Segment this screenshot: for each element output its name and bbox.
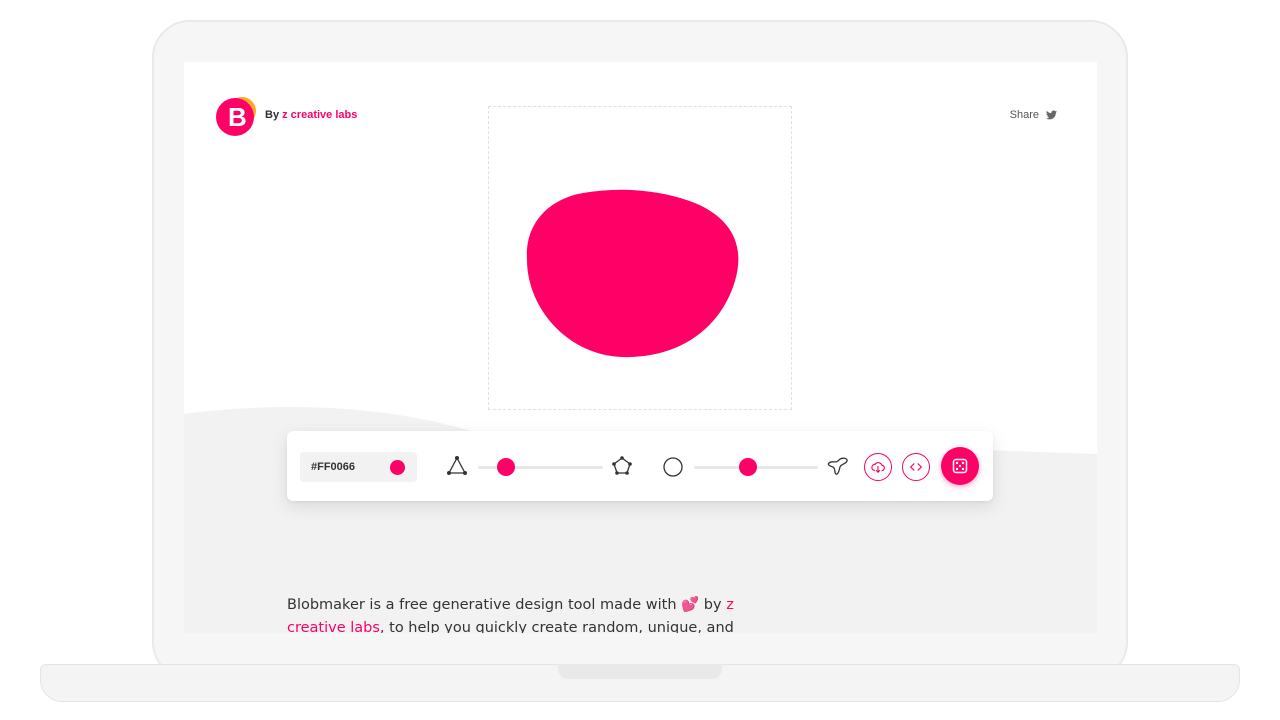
complexity-slider[interactable] — [478, 458, 603, 476]
contrast-slider[interactable] — [694, 458, 818, 476]
logo-blob-icon: B — [216, 97, 256, 136]
contrast-slider-knob[interactable] — [739, 458, 757, 476]
heart-emoji: 💕 — [681, 597, 700, 613]
share-button[interactable]: Share — [1010, 109, 1057, 121]
complexity-slider-knob[interactable] — [497, 458, 515, 476]
triangle-nodes-icon — [447, 456, 467, 475]
cloud-download-icon — [871, 462, 885, 474]
code-icon — [909, 463, 923, 471]
brand-link[interactable]: z creative labs — [282, 109, 357, 121]
laptop-notch — [558, 664, 722, 679]
app-screen: B By z creative labs Share #FF0066 Blobm… — [184, 62, 1097, 633]
byline: By z creative labs — [265, 109, 357, 121]
description-text: Blobmaker is a free generative design to… — [287, 594, 737, 633]
randomize-button[interactable] — [941, 447, 979, 485]
svg-text:B: B — [228, 102, 247, 132]
color-hex-value: #FF0066 — [311, 461, 356, 473]
color-swatch — [390, 460, 405, 475]
blobmaker-logo[interactable]: B — [216, 95, 258, 137]
color-picker[interactable]: #FF0066 — [300, 452, 417, 482]
download-button[interactable] — [864, 453, 892, 481]
desc-text-1: Blobmaker is a free generative design to… — [287, 597, 682, 613]
circle-icon — [663, 457, 683, 477]
share-label: Share — [1009, 109, 1039, 121]
blob-canvas — [488, 106, 792, 410]
by-prefix: By — [265, 109, 280, 121]
twitter-icon — [1046, 110, 1057, 120]
code-button[interactable] — [902, 453, 930, 481]
controls-toolbar: #FF0066 — [287, 431, 993, 501]
dice-icon — [952, 458, 968, 474]
random-shape-icon — [827, 457, 848, 475]
blob-shape — [526, 189, 739, 358]
desc-text-by: by — [699, 597, 727, 613]
pentagon-nodes-icon — [612, 456, 632, 475]
desc-text-2: , to help you quickly create random, uni… — [379, 620, 734, 633]
